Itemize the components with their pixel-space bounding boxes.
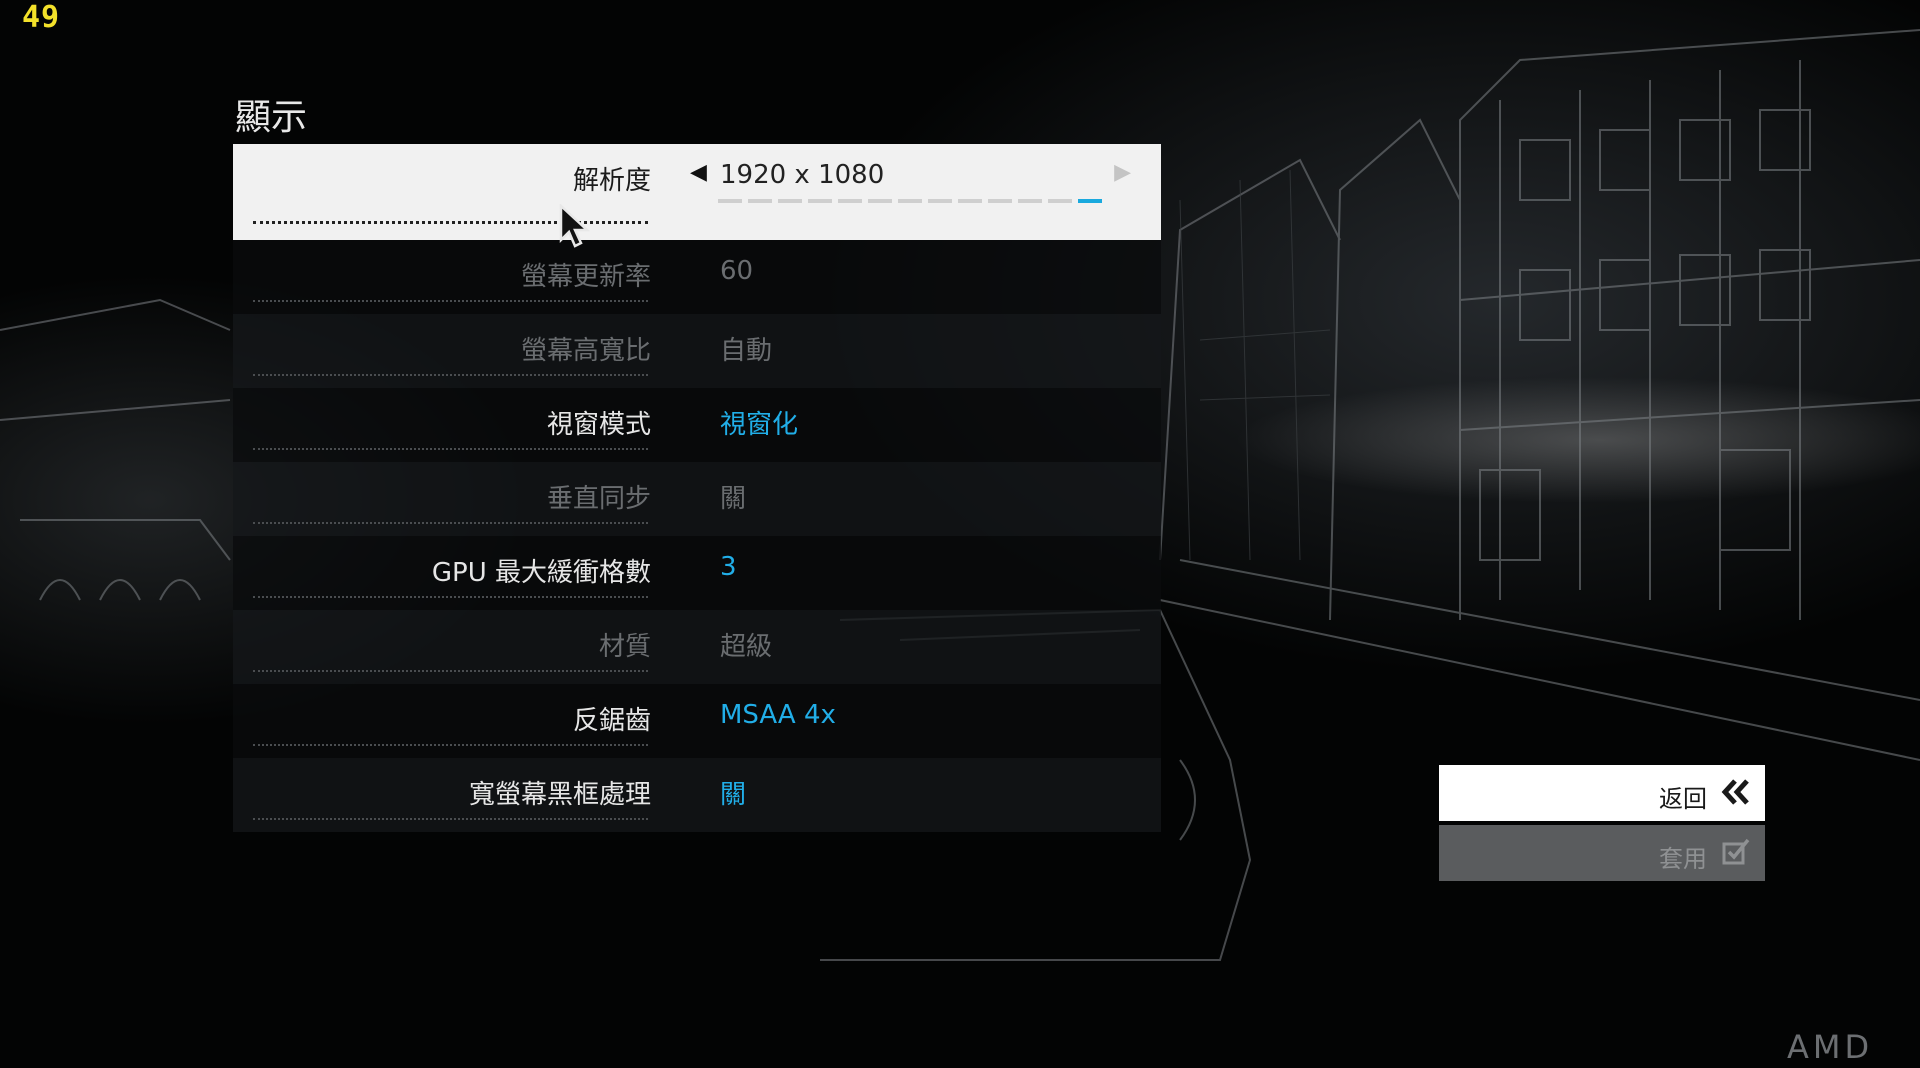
setting-label: 視窗模式 [546,410,651,440]
setting-label: GPU 最大緩衝格數 [431,558,651,588]
apply-button-label: 套用 [1659,845,1707,873]
step-tick [808,199,832,203]
apply-button[interactable]: 套用 [1439,825,1765,881]
setting-value: 1920 x 1080 [720,160,885,190]
section-title: 顯示 [235,97,308,138]
arrow-right-icon[interactable]: ▶ [1114,160,1131,185]
checkbox-icon [1722,838,1750,865]
row-divider [253,374,648,376]
amd-logo: AMD [1787,1028,1874,1066]
setting-label: 解析度 [572,166,651,196]
setting-row-aspect-ratio[interactable]: 螢幕高寬比 自動 [233,314,1161,388]
row-divider [253,522,648,524]
step-tick [988,199,1012,203]
setting-row-resolution[interactable]: 解析度 ◀ 1920 x 1080 ▶ [233,144,1161,240]
setting-value: 視窗化 [720,410,799,440]
step-tick [1048,199,1072,203]
step-tick [838,199,862,203]
row-divider [253,300,648,302]
setting-row-letterbox[interactable]: 寬螢幕黑框處理 關 [233,758,1161,832]
row-divider [253,596,648,598]
setting-label: 寬螢幕黑框處理 [468,780,651,810]
setting-row-textures[interactable]: 材質 超級 [233,610,1161,684]
back-button-label: 返回 [1659,785,1707,813]
setting-label: 材質 [598,632,651,662]
step-tick [868,199,892,203]
step-tick-selected [1078,199,1102,203]
game-settings-screen: 49 顯示 解析度 ◀ 1920 x 1080 ▶ 螢幕更新率 60 螢幕高寬比… [0,0,1920,1068]
setting-value: 關 [720,484,747,514]
setting-label: 螢幕高寬比 [520,336,651,366]
setting-label: 反鋸齒 [572,706,651,736]
row-divider [253,448,648,450]
step-tick [778,199,802,203]
setting-row-gpu-max-buffered-frames[interactable]: GPU 最大緩衝格數 3 [233,536,1161,610]
setting-row-window-mode[interactable]: 視窗模式 視窗化 [233,388,1161,462]
setting-row-refresh-rate[interactable]: 螢幕更新率 60 [233,240,1161,314]
resolution-step-indicator [718,199,1102,203]
setting-label: 垂直同步 [546,484,651,514]
setting-row-vsync[interactable]: 垂直同步 關 [233,462,1161,536]
fps-counter: 49 [22,0,61,35]
row-divider [253,744,648,746]
mouse-cursor-icon [559,204,591,248]
step-tick [958,199,982,203]
arrow-left-icon[interactable]: ◀ [690,160,707,185]
back-button[interactable]: 返回 [1439,765,1765,821]
step-tick [718,199,742,203]
setting-value: 3 [720,552,737,582]
step-tick [1018,199,1042,203]
double-chevron-left-icon [1721,779,1749,805]
step-tick [928,199,952,203]
setting-value: 60 [720,256,754,286]
step-tick [748,199,772,203]
setting-value: MSAA 4x [720,700,836,730]
setting-row-anti-aliasing[interactable]: 反鋸齒 MSAA 4x [233,684,1161,758]
row-divider [253,818,648,820]
row-divider [253,670,648,672]
step-tick [898,199,922,203]
settings-list: 解析度 ◀ 1920 x 1080 ▶ 螢幕更新率 60 螢幕高寬比 自動 視窗… [233,144,1161,832]
setting-value: 關 [720,780,747,810]
setting-value: 自動 [720,336,773,366]
setting-value: 超級 [720,632,773,662]
setting-label: 螢幕更新率 [520,262,651,292]
